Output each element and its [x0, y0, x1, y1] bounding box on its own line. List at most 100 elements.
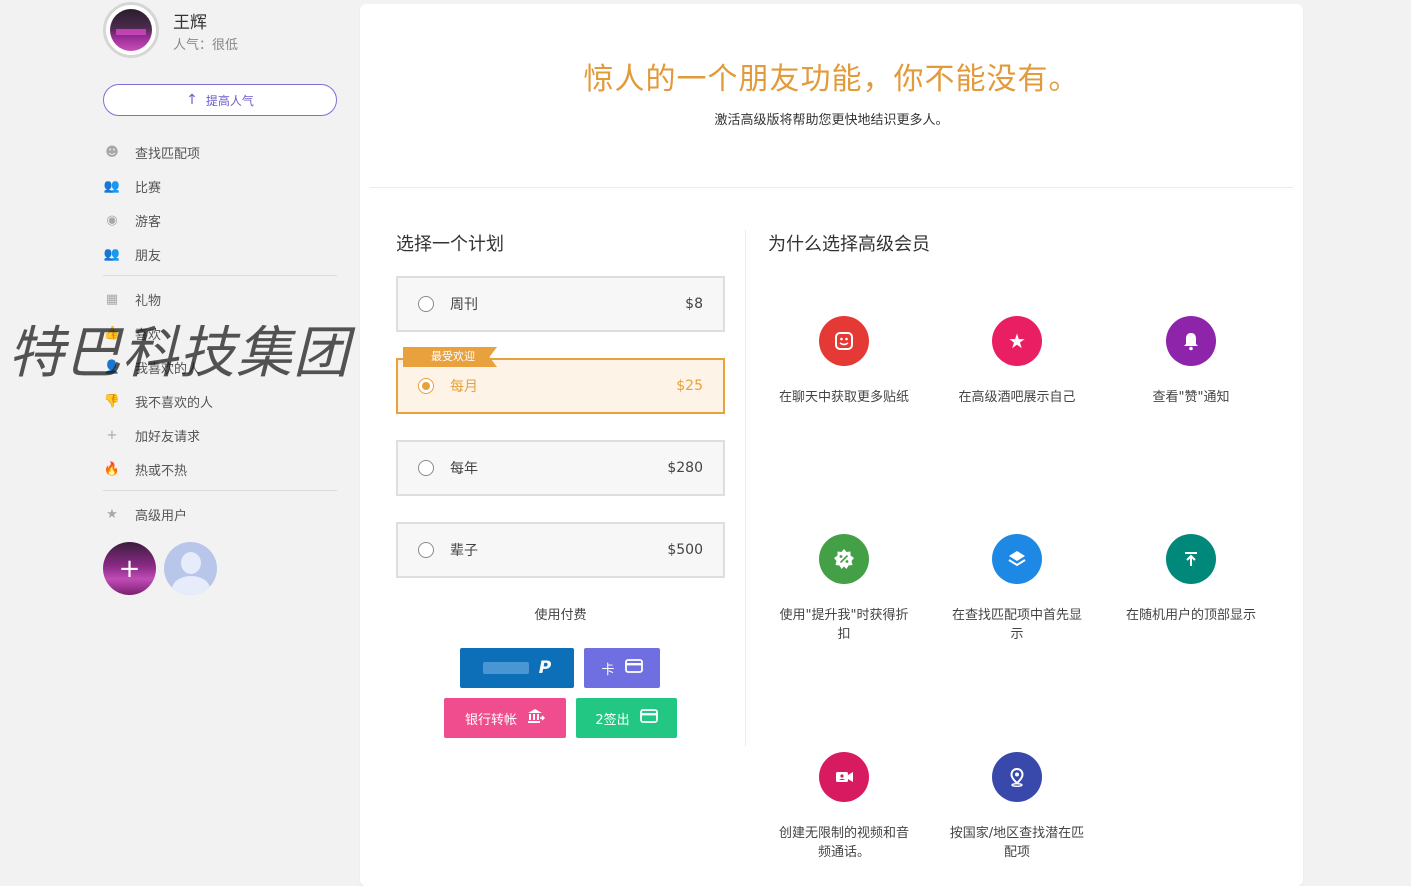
sidebar-item-label: 高级用户: [135, 508, 188, 524]
sidebar-item-people-i-like[interactable]: 👤 我喜欢的人: [103, 350, 337, 384]
location-pin-icon: [992, 752, 1042, 802]
checkout-button[interactable]: 2签出: [576, 698, 677, 738]
star-icon: ★: [992, 316, 1042, 366]
sidebar-item-gifts[interactable]: ▦ 礼物: [103, 282, 337, 316]
sidebar-item-find-matches[interactable]: ☻ 查找匹配项: [103, 135, 337, 169]
thumbs-up-icon: 👍: [103, 325, 121, 341]
why-premium-title: 为什么选择高级会员: [768, 234, 930, 255]
username[interactable]: 王辉: [173, 8, 207, 33]
sticker-icon: [819, 316, 869, 366]
feature-unlimited-calls: 创建无限制的视频和音频通话。: [774, 752, 914, 862]
boost-popularity-label: 提高人气: [205, 93, 254, 108]
bell-icon: [1166, 316, 1216, 366]
feature-boost-discount: 使用"提升我"时获得折扣: [774, 534, 914, 644]
plans-title: 选择一个计划: [396, 234, 504, 255]
sidebar-menu: ☻ 查找匹配项 👥 比赛 ◉ 游客 👥 朋友 ▦ 礼物 👍 喜欢 👤 我喜欢的人: [103, 135, 337, 531]
credit-card-icon: [624, 659, 643, 677]
add-friend-icon: +: [106, 427, 118, 443]
plus-icon: +: [118, 553, 141, 584]
feature-premium-bar: ★ 在高级酒吧展示自己: [947, 316, 1087, 407]
sidebar-item-label: 比赛: [135, 180, 162, 196]
page-subtitle: 激活高级版将帮助您更快地结识更多人。: [714, 113, 949, 128]
radio-button[interactable]: [418, 460, 434, 476]
radio-button[interactable]: [418, 542, 434, 558]
feature-text: 查看"赞"通知: [1152, 390, 1230, 405]
plan-name: 辈子: [450, 543, 478, 559]
arrow-up-icon: ↑: [186, 92, 198, 108]
plan-price: $500: [667, 542, 703, 558]
profile-header: 王辉 人气：很低: [103, 2, 343, 62]
radio-button-selected[interactable]: [418, 378, 434, 394]
sidebar-item-friend-requests[interactable]: + 加好友请求: [103, 418, 337, 452]
feature-text: 创建无限制的视频和音频通话。: [778, 826, 909, 860]
add-premium-avatar-button[interactable]: +: [103, 542, 156, 595]
feature-shown-first: 在查找匹配项中首先显示: [947, 534, 1087, 644]
plan-name: 周刊: [450, 297, 478, 313]
feature-text: 在随机用户的顶部显示: [1125, 608, 1256, 623]
layers-icon: [992, 534, 1042, 584]
sidebar-item-label: 查找匹配项: [135, 146, 201, 162]
sidebar-item-visitors[interactable]: ◉ 游客: [103, 203, 337, 237]
person-heart-icon: 👤: [103, 359, 121, 375]
premium-user-avatar[interactable]: [164, 542, 217, 595]
column-divider: [745, 230, 746, 746]
sidebar-item-friends[interactable]: 👥 朋友: [103, 237, 337, 271]
feature-text: 在查找匹配项中首先显示: [951, 608, 1082, 642]
sidebar-item-matches[interactable]: 👥 比赛: [103, 169, 337, 203]
plan-option-lifetime[interactable]: 辈子 $500: [396, 522, 725, 578]
feature-text: 在高级酒吧展示自己: [958, 390, 1076, 405]
upload-icon: [1166, 534, 1216, 584]
sidebar-item-likes[interactable]: 👍 喜欢: [103, 316, 337, 350]
bank-transfer-label: 银行转帐: [464, 712, 517, 728]
paypal-button[interactable]: P: [460, 648, 574, 688]
feature-more-stickers: 在聊天中获取更多贴纸: [774, 316, 914, 407]
checkout-label: 2签出: [595, 712, 630, 728]
sidebar-item-label: 我不喜欢的人: [135, 395, 214, 411]
plan-name: 每月: [450, 379, 478, 395]
sidebar-item-label: 喜欢: [135, 327, 162, 343]
feature-text: 使用"提升我"时获得折扣: [779, 608, 909, 642]
smiley-icon: ☻: [105, 144, 119, 160]
people-check-icon: 👥: [103, 178, 121, 194]
bank-icon: [527, 708, 545, 728]
discount-icon: [819, 534, 869, 584]
feature-search-by-country: 按国家/地区查找潜在匹配项: [947, 752, 1087, 862]
feature-top-of-random-users: 在随机用户的顶部显示: [1121, 534, 1261, 625]
feature-text: 按国家/地区查找潜在匹配项: [949, 826, 1085, 860]
eye-icon: ◉: [106, 212, 118, 228]
redacted-text: [482, 662, 529, 674]
divider: [370, 187, 1293, 188]
menu-divider: [103, 490, 337, 491]
bank-transfer-button[interactable]: 银行转帐: [444, 698, 566, 738]
plan-price: $280: [667, 460, 703, 476]
sidebar-item-label: 我喜欢的人: [135, 361, 201, 377]
sidebar-item-people-i-dislike[interactable]: 👎 我不喜欢的人: [103, 384, 337, 418]
sidebar-item-premium-users[interactable]: ★ 高级用户: [103, 497, 337, 531]
feature-like-notifications: 查看"赞"通知: [1121, 316, 1261, 407]
menu-divider: [103, 275, 337, 276]
sidebar-item-label: 热或不热: [135, 463, 188, 479]
plan-option-weekly[interactable]: 周刊 $8: [396, 276, 725, 332]
premium-card: 惊人的一个朋友功能，你不能没有。 激活高级版将帮助您更快地结识更多人。 选择一个…: [360, 4, 1303, 886]
sidebar: 王辉 人气：很低 ↑ 提高人气 ☻ 查找匹配项 👥 比赛 ◉ 游客 👥 朋友 ▦…: [103, 0, 343, 886]
star-icon: ★: [106, 506, 118, 522]
friends-icon: 👥: [103, 246, 121, 262]
sidebar-item-label: 加好友请求: [135, 429, 201, 445]
radio-button[interactable]: [418, 296, 434, 312]
boost-popularity-button[interactable]: ↑ 提高人气: [103, 84, 337, 116]
page-title: 惊人的一个朋友功能，你不能没有。: [583, 62, 1080, 97]
sidebar-item-label: 朋友: [135, 248, 162, 264]
premium-users-avatars: +: [103, 542, 233, 596]
card-payment-button[interactable]: 卡: [584, 648, 660, 688]
plan-price: $25: [676, 378, 703, 394]
popularity-status: 人气：很低: [173, 38, 239, 53]
flame-icon: 🔥: [103, 461, 121, 477]
plan-option-yearly[interactable]: 每年 $280: [396, 440, 725, 496]
sidebar-item-hot-or-not[interactable]: 🔥 热或不热: [103, 452, 337, 486]
credit-card-icon: [639, 709, 658, 727]
paypal-icon: P: [538, 658, 552, 678]
thumbs-down-icon: 👎: [103, 393, 121, 409]
payment-label: 使用付费: [534, 608, 587, 623]
avatar[interactable]: [103, 2, 159, 58]
card-button-label: 卡: [601, 662, 615, 678]
